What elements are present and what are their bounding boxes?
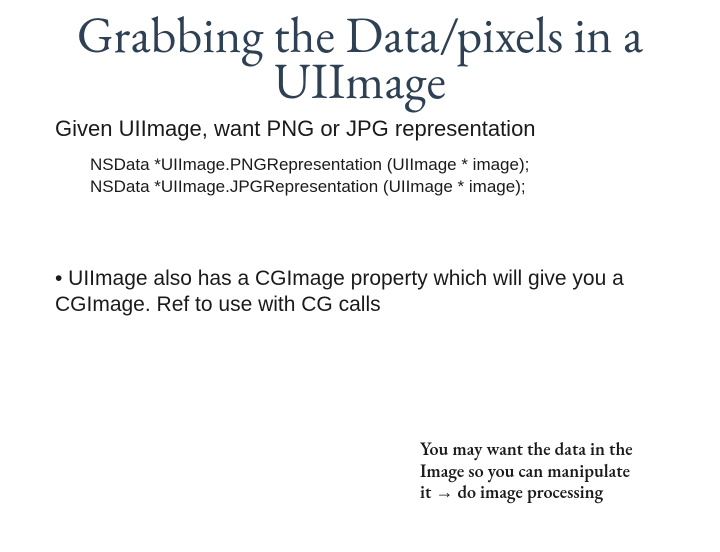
code-line-1: NSData *UIImage.PNGRepresentation (UIIma… — [90, 154, 665, 176]
slide-subtitle: Given UIImage, want PNG or JPG represent… — [55, 116, 665, 142]
side-note: You may want the data in the Image so yo… — [420, 439, 640, 504]
note-text-suffix: do image processing — [453, 481, 603, 504]
code-line-2: NSData *UIImage.JPGRepresentation (UIIma… — [90, 176, 665, 198]
slide: Grabbing the Data/pixels in a UIImage Gi… — [0, 12, 720, 552]
arrow-icon: → — [435, 482, 453, 502]
slide-title: Grabbing the Data/pixels in a UIImage — [30, 12, 690, 104]
code-block: NSData *UIImage.PNGRepresentation (UIIma… — [90, 154, 665, 198]
bullet-point: • UIImage also has a CGImage property wh… — [55, 266, 665, 319]
